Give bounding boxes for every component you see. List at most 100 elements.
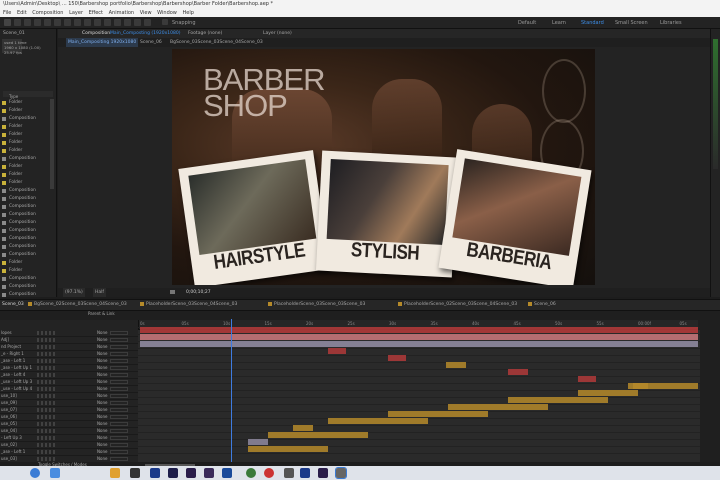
layer-switches[interactable] xyxy=(37,345,55,349)
project-item[interactable]: Composition xyxy=(0,195,50,203)
parent-link-select[interactable] xyxy=(110,380,128,384)
parent-link-select[interactable] xyxy=(110,394,128,398)
project-item[interactable]: Composition xyxy=(0,227,50,235)
layer-switches[interactable] xyxy=(37,450,55,454)
layer-switches[interactable] xyxy=(37,401,55,405)
layer-row[interactable]: use_09] None xyxy=(0,400,138,407)
layer-switches[interactable] xyxy=(37,457,55,461)
layer-duration-bar[interactable] xyxy=(448,404,548,410)
layer-duration-bar[interactable] xyxy=(140,334,698,340)
layer-switches[interactable] xyxy=(37,394,55,398)
layer-duration-bar[interactable] xyxy=(578,376,596,382)
project-item[interactable]: Composition xyxy=(0,211,50,219)
chrome-icon[interactable] xyxy=(264,468,274,478)
snapping-checkbox[interactable] xyxy=(162,19,168,25)
browser-icon[interactable] xyxy=(246,468,256,478)
roto-tool-icon[interactable] xyxy=(134,19,141,26)
layer-duration-bar[interactable] xyxy=(388,355,406,361)
layer-row[interactable]: use_02] None xyxy=(0,442,138,449)
project-item[interactable]: Folder xyxy=(0,267,50,275)
project-item[interactable]: Folder xyxy=(0,139,50,147)
composition-viewer[interactable]: BARBER SHOP HAIRSTYLE STYLISH BARBERIA xyxy=(172,49,595,285)
pen-tool-icon[interactable] xyxy=(84,19,91,26)
resolution-select[interactable]: Half xyxy=(93,288,106,297)
menu-edit[interactable]: Edit xyxy=(17,10,27,16)
layer-duration-bar[interactable] xyxy=(248,446,328,452)
project-item[interactable]: Folder xyxy=(0,107,50,115)
zoom-select[interactable]: (97.1%) xyxy=(63,288,85,297)
menu-composition[interactable]: Composition xyxy=(32,10,63,16)
layer-duration-bar[interactable] xyxy=(578,390,638,396)
menu-layer[interactable]: Layer xyxy=(69,10,83,16)
timeline-tab[interactable]: PlaceholderScene_02Scene_03Scene_04Scene… xyxy=(398,300,517,310)
layer-row[interactable]: _use - Left Up 3 None xyxy=(0,379,138,386)
project-item[interactable]: Composition xyxy=(0,219,50,227)
puppet-tool-icon[interactable] xyxy=(144,19,151,26)
project-item[interactable]: Composition xyxy=(0,243,50,251)
project-item[interactable]: Folder xyxy=(0,123,50,131)
project-item[interactable]: Composition xyxy=(0,291,50,297)
workspace-default[interactable]: Default xyxy=(518,20,536,26)
home-icon[interactable] xyxy=(4,19,11,26)
layer-duration-bar[interactable] xyxy=(140,327,698,333)
layer-row[interactable]: use_07] None xyxy=(0,407,138,414)
stamp-tool-icon[interactable] xyxy=(114,19,121,26)
parent-link-select[interactable] xyxy=(110,443,128,447)
layer-row[interactable]: _ase - Left 1 None xyxy=(0,358,138,365)
project-item[interactable]: Composition xyxy=(0,203,50,211)
menu-file[interactable]: File xyxy=(3,10,11,16)
search-icon[interactable] xyxy=(50,468,60,478)
parent-link-select[interactable] xyxy=(110,338,128,342)
workspace-standard[interactable]: Standard xyxy=(581,20,604,26)
timeline-tab[interactable]: PlaceholderScene_03Scene_03Scene_03 xyxy=(268,300,365,310)
project-item[interactable]: Composition xyxy=(0,115,50,123)
layer-switches[interactable] xyxy=(37,373,55,377)
workspace-learn[interactable]: Learn xyxy=(552,20,566,26)
layer-duration-bar[interactable] xyxy=(446,362,466,368)
breadcrumb-subcomp[interactable]: BgScene_03Scene_03Scene_04Scene_03 xyxy=(170,38,263,47)
project-item[interactable]: Composition xyxy=(0,235,50,243)
timeline-tab[interactable]: PlaceholderScene_03Scene_04Scene_03 xyxy=(140,300,237,310)
after-effects-icon[interactable] xyxy=(318,468,328,478)
parent-link-select[interactable] xyxy=(110,401,128,405)
parent-link-select[interactable] xyxy=(110,345,128,349)
brush-tool-icon[interactable] xyxy=(104,19,111,26)
project-item[interactable]: Composition xyxy=(0,275,50,283)
eraser-tool-icon[interactable] xyxy=(124,19,131,26)
media-encoder-icon[interactable] xyxy=(204,468,214,478)
after-effects-icon[interactable] xyxy=(186,468,196,478)
layer-switches[interactable] xyxy=(37,415,55,419)
layer-switches[interactable] xyxy=(37,366,55,370)
layer-switches[interactable] xyxy=(37,422,55,426)
parent-link-select[interactable] xyxy=(110,408,128,412)
snapshot-icon[interactable] xyxy=(170,290,175,294)
layer-row[interactable]: _use - Left Up 4 None xyxy=(0,386,138,393)
premiere-icon[interactable] xyxy=(168,468,178,478)
project-item[interactable]: Folder xyxy=(0,147,50,155)
layer-switches[interactable] xyxy=(37,359,55,363)
project-item[interactable]: Composition xyxy=(0,155,50,163)
project-item[interactable]: Composition xyxy=(0,187,50,195)
layer-switches[interactable] xyxy=(37,429,55,433)
parent-link-select[interactable] xyxy=(110,359,128,363)
shape-tool-icon[interactable] xyxy=(74,19,81,26)
layer-duration-bar[interactable] xyxy=(508,397,608,403)
rotate-tool-icon[interactable] xyxy=(44,19,51,26)
pan-tool-icon[interactable] xyxy=(64,19,71,26)
parent-link-select[interactable] xyxy=(110,450,128,454)
layer-row[interactable]: use_06] None xyxy=(0,414,138,421)
layer-duration-bar[interactable] xyxy=(293,425,313,431)
current-time-indicator[interactable] xyxy=(231,319,232,462)
timeline-tab[interactable]: Scene_06 xyxy=(528,300,556,310)
layer-row[interactable]: - Left Up 3 None xyxy=(0,435,138,442)
layer-switches[interactable] xyxy=(37,380,55,384)
layer-switches[interactable] xyxy=(37,331,55,335)
project-item[interactable]: Folder xyxy=(0,259,50,267)
file-explorer-icon[interactable] xyxy=(110,468,120,478)
parent-link-select[interactable] xyxy=(110,352,128,356)
project-item[interactable]: Folder xyxy=(0,99,50,107)
layer-row[interactable]: use_05] None xyxy=(0,421,138,428)
photoshop-icon[interactable] xyxy=(300,468,310,478)
windows-start-icon[interactable] xyxy=(30,468,40,478)
app-icon[interactable] xyxy=(222,468,232,478)
